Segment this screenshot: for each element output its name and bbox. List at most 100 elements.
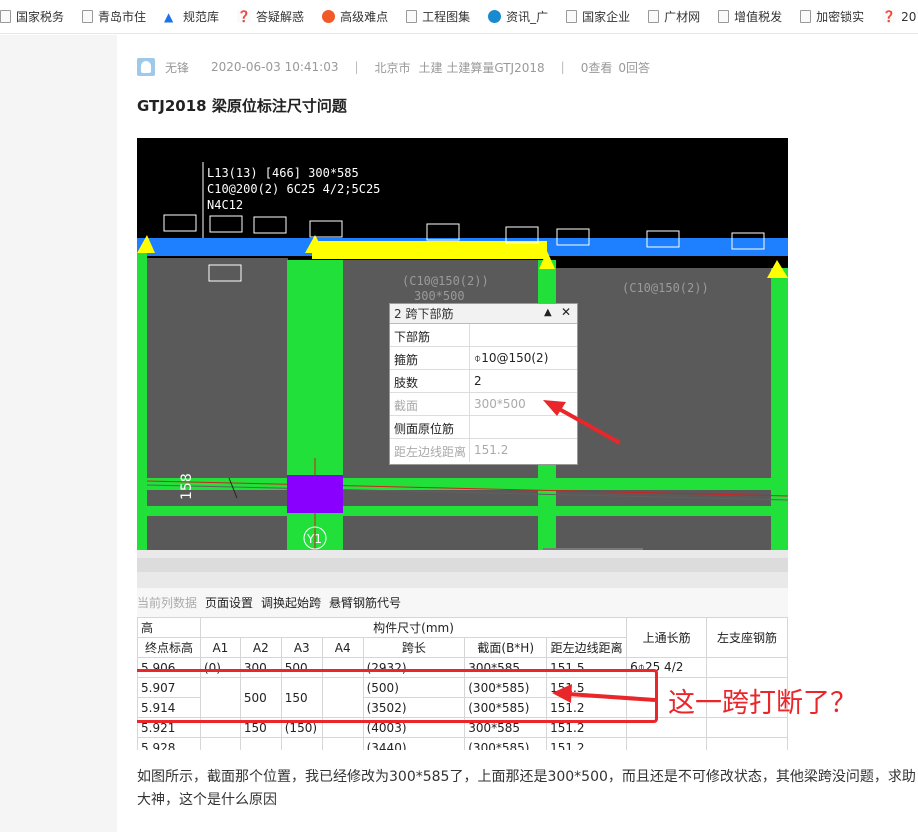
- bookmark-label: 增值税发: [734, 10, 783, 24]
- cell[interactable]: [706, 737, 788, 750]
- question-icon: ❓: [237, 10, 252, 23]
- popup-value: 151.2: [474, 443, 509, 457]
- popup-value[interactable]: [470, 416, 577, 438]
- cell[interactable]: [239, 737, 282, 750]
- cell[interactable]: [280, 737, 323, 750]
- popup-row[interactable]: 肢数 2: [390, 370, 577, 393]
- popup-row: 截面 300*500: [390, 393, 577, 416]
- cell[interactable]: [199, 737, 241, 750]
- popup-row: 距左边线距离 151.2: [390, 439, 577, 462]
- group-header: 构件尺寸(mm): [199, 617, 628, 638]
- cell[interactable]: (300*585): [464, 737, 548, 750]
- page-icon: [82, 10, 94, 23]
- bookmark-label: 工程图集: [422, 10, 471, 24]
- bookmark-label: 加密锁实: [816, 10, 865, 24]
- site-logo-icon: [322, 10, 336, 23]
- cell[interactable]: (3440): [362, 737, 466, 750]
- beam-highlighted: [312, 241, 547, 259]
- avatar[interactable]: [137, 58, 155, 76]
- popup-key: 下部筋: [390, 324, 470, 346]
- stirrup-note: (C10@150(2)): [622, 281, 709, 295]
- popup-row[interactable]: 下部筋: [390, 324, 577, 347]
- header-cell: 距左边线距离: [546, 637, 628, 658]
- bookmark-item[interactable]: 加密锁实: [800, 8, 864, 25]
- splitter-bar[interactable]: [137, 558, 788, 572]
- site-logo-icon: [488, 10, 502, 23]
- toolbar-swap-start-span[interactable]: 调换起始跨: [261, 594, 321, 611]
- page-icon: [0, 10, 11, 23]
- bookmark-item[interactable]: 广材网: [648, 8, 700, 25]
- post-description: 如图所示，截面那个位置，我已经修改为300*585了，上面那还是300*500，…: [137, 769, 916, 808]
- beam-green: [147, 506, 788, 516]
- post-meta: 无锋 2020-06-03 10:41:03 | 北京市 土建 土建算量GTJ2…: [137, 57, 650, 77]
- bookmark-item[interactable]: 增值税发: [718, 8, 782, 25]
- cell[interactable]: [706, 677, 788, 718]
- page-icon: [718, 10, 730, 23]
- slab-panel: [556, 268, 771, 481]
- section-note: 300*500: [414, 289, 465, 303]
- bookmark-item[interactable]: 工程图集: [406, 8, 470, 25]
- bookmarks-bar: 国家税务 青岛市住 ▲ 规范库 ❓ 答疑解惑 高级难点 工程图集 资讯_广 国家企业…: [0, 0, 918, 34]
- table-row[interactable]: 5.928 (3440) (300*585) 151.2: [137, 737, 788, 750]
- header-cell: 跨长: [362, 637, 466, 658]
- popup-key: 侧面原位筋: [390, 416, 470, 438]
- cell[interactable]: 5.928: [137, 737, 201, 750]
- property-popup: 2 跨下部筋 ▲ ✕ 下部筋 箍筋 ⌽10@150(2) 肢数 2 截面 300*50…: [389, 303, 578, 465]
- question-icon: ❓: [882, 10, 897, 23]
- panel-divider: [137, 550, 788, 588]
- bookmark-item[interactable]: ❓ 答疑解惑: [237, 8, 304, 25]
- cell[interactable]: 151.2: [546, 737, 628, 750]
- post-location: 北京市: [374, 60, 411, 75]
- post-title: GTJ2018 梁原位标注尺寸问题: [137, 97, 347, 115]
- selected-column: [287, 475, 343, 513]
- beam-label-1: L13(13) [466] 300*585: [207, 166, 359, 180]
- bookmark-item[interactable]: 国家税务: [0, 8, 64, 25]
- close-icon[interactable]: ✕: [561, 305, 571, 319]
- popup-row[interactable]: 侧面原位筋: [390, 416, 577, 439]
- header-cell: A4: [321, 637, 364, 658]
- answer-count: 0回答: [618, 60, 650, 75]
- cell[interactable]: [321, 737, 364, 750]
- header-cell: A2: [239, 637, 282, 658]
- header-cell: 终点标高: [137, 637, 201, 658]
- bookmark-item[interactable]: 国家企业: [566, 8, 630, 25]
- post-content: 无锋 2020-06-03 10:41:03 | 北京市 土建 土建算量GTJ2…: [117, 35, 918, 832]
- bookmark-label: 高级难点: [340, 10, 389, 24]
- popup-key: 肢数: [390, 370, 470, 392]
- cell[interactable]: [626, 737, 708, 750]
- slab-panel: [147, 258, 288, 483]
- author-name[interactable]: 无锋: [165, 59, 189, 76]
- popup-value[interactable]: 2: [470, 370, 577, 392]
- bookmark-label: 国家企业: [582, 10, 631, 24]
- popup-key: 距左边线距离: [390, 439, 470, 462]
- bookmark-item[interactable]: ❓ 2019答: [882, 8, 918, 25]
- page-icon: [648, 10, 660, 23]
- bookmark-label: 2019答: [901, 10, 918, 24]
- grid-header-row: 高 构件尺寸(mm) 上通长筋 左支座钢筋: [137, 617, 788, 658]
- meta-divider: |: [354, 60, 359, 74]
- beam-label-2: C10@200(2) 6C25 4/2;5C25: [207, 182, 380, 196]
- bookmark-item[interactable]: 高级难点: [322, 8, 388, 25]
- header-cell: 高: [137, 617, 201, 638]
- page-icon: [800, 10, 812, 23]
- cell[interactable]: [706, 717, 788, 738]
- post-category[interactable]: 土建 土建算量GTJ2018: [419, 59, 545, 76]
- popup-value[interactable]: ⌽10@150(2): [470, 347, 577, 369]
- popup-value[interactable]: [470, 324, 577, 346]
- header-cell: 截面(B*H): [464, 637, 548, 658]
- axis-label: Y1: [306, 532, 322, 546]
- toolbar-cantilever-code[interactable]: 悬臂钢筋代号: [329, 594, 401, 611]
- page-icon: [566, 10, 578, 23]
- popup-row[interactable]: 箍筋 ⌽10@150(2): [390, 347, 577, 370]
- toolbar-page-setup[interactable]: 页面设置: [205, 594, 253, 611]
- toolbar-current-column[interactable]: 当前列数据: [137, 594, 197, 611]
- bookmark-item[interactable]: 资讯_广: [488, 8, 548, 25]
- meta-divider: |: [560, 60, 565, 74]
- bookmark-item[interactable]: ▲ 规范库: [164, 8, 219, 25]
- cell[interactable]: [706, 657, 788, 678]
- view-count: 0查看: [580, 60, 613, 75]
- page-icon: [406, 10, 418, 23]
- slab-panel: [556, 518, 771, 550]
- collapse-icon[interactable]: ▲: [544, 307, 552, 318]
- bookmark-item[interactable]: 青岛市住: [82, 8, 146, 25]
